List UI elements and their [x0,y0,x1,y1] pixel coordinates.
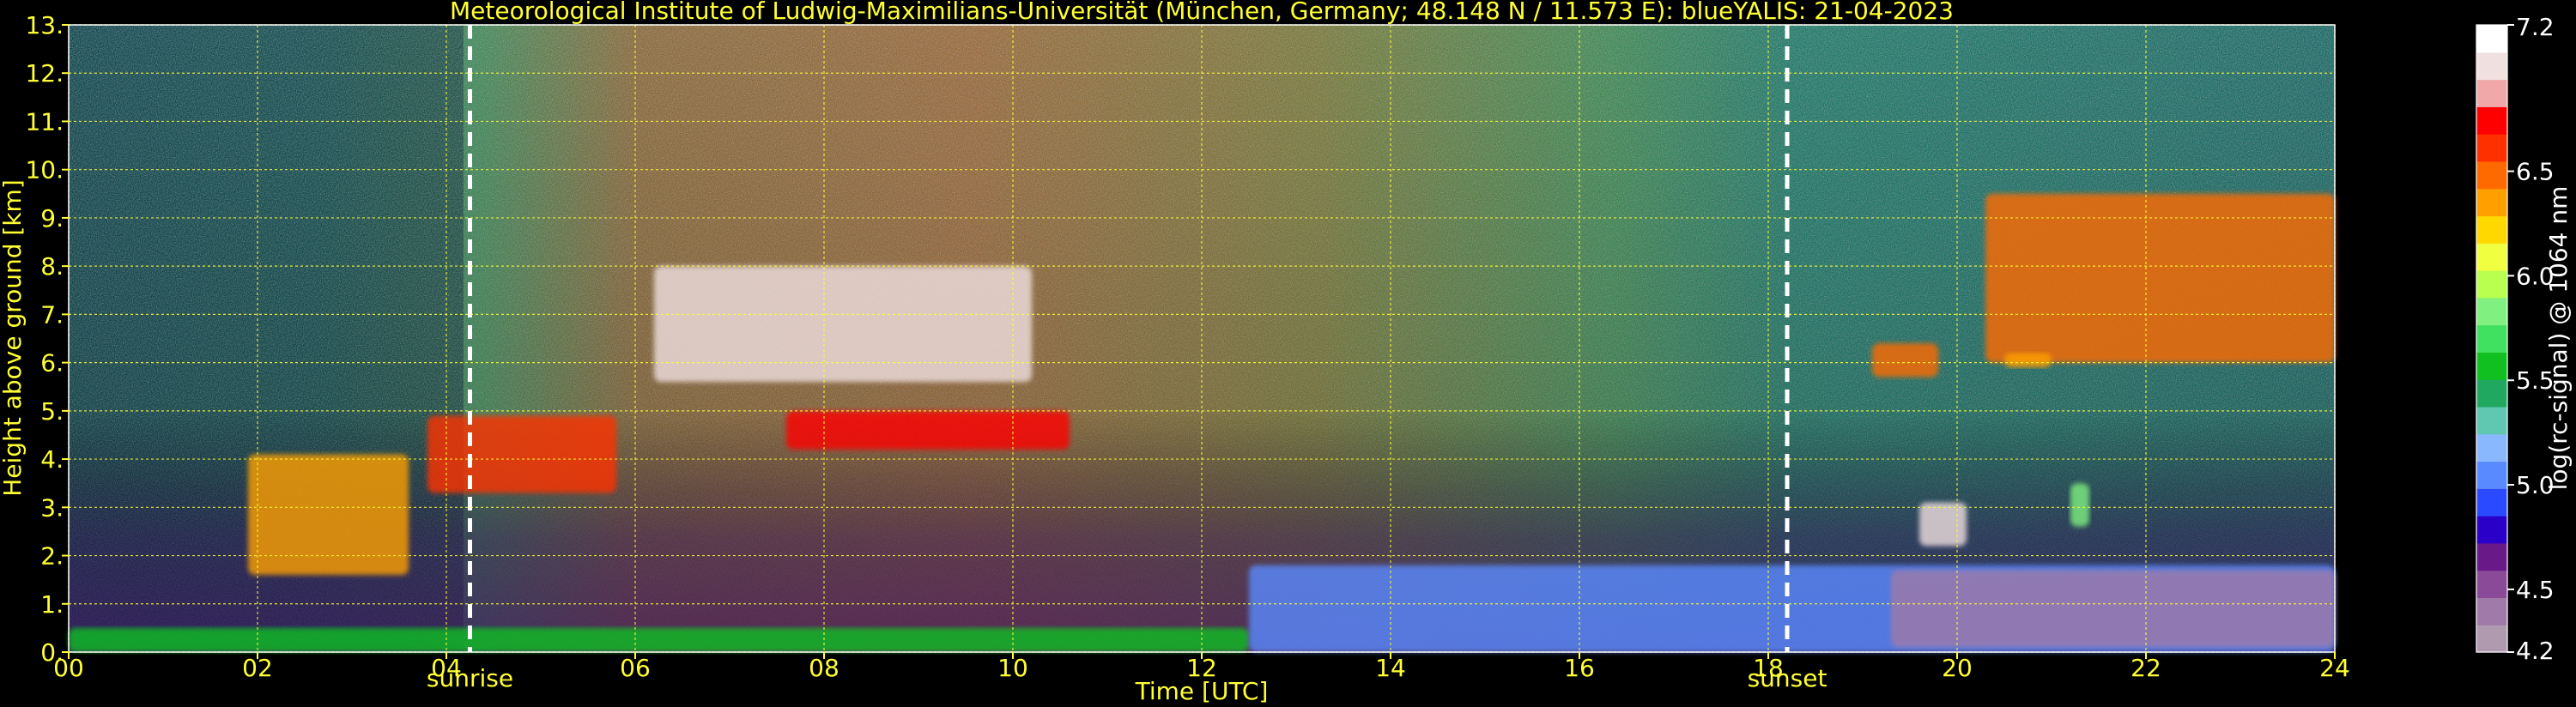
lidar-chart: sunrise sunset 00 02 04 06 08 10 12 14 16 18 20 22 24… [0,0,2573,705]
y-tick-label-3: 3. [40,493,64,522]
colorbar-swatch-17 [2476,160,2507,190]
colorbar: 4.24.55.05.56.06.57.2 [2476,13,2555,665]
colorbar-tick-label-0: 4.2 [2516,637,2555,665]
colorbar-swatch-18 [2476,134,2507,162]
x-tick-label-10: 20 [1942,654,1973,682]
x-tick-label-12: 24 [2319,654,2350,682]
chart-title: Meteorological Institute of Ludwig-Maxim… [450,0,1954,25]
plot-area: sunrise sunset [68,24,2336,692]
colorbar-swatch-10 [2476,352,2507,380]
y-tick-label-11: 11. [25,107,64,136]
y-axis-label: Height above ground [km] [0,179,27,497]
colorbar-swatch-0 [2476,625,2507,653]
y-tick-label-7: 7. [40,300,64,329]
y-tick-label-0: 0. [40,638,64,667]
feature-6 [786,410,1070,450]
y-tick-label-5: 5. [40,397,64,426]
x-tick-label-1: 02 [242,654,273,682]
feature-0 [427,415,616,493]
colorbar-swatch-9 [2476,379,2507,408]
colorbar-swatch-3 [2476,542,2507,571]
colorbar-swatch-4 [2476,516,2507,544]
feature-2 [1985,193,2335,363]
colorbar-swatch-6 [2476,461,2507,489]
colorbar-swatch-16 [2476,188,2507,217]
colorbar-swatch-2 [2476,570,2507,599]
y-tick-label-6: 6. [40,349,64,378]
feature-1 [248,454,409,576]
colorbar-swatch-22 [2476,25,2507,53]
y-tick-label-9: 9. [40,204,64,233]
feature-3 [1872,343,1938,378]
y-tick-label-13: 13. [25,11,64,39]
colorbar-swatch-19 [2476,106,2507,135]
feature-5 [654,266,1032,383]
y-tick-label-1: 1. [40,590,64,619]
x-tick-label-9: 18 [1753,654,1784,682]
y-tick-label-12: 12. [25,59,64,88]
feature-11 [2070,483,2089,527]
y-tick-label-4: 4. [40,445,64,474]
colorbar-tick-label-5: 6.5 [2516,158,2555,186]
x-tick-label-11: 22 [2131,654,2161,682]
colorbar-swatch-11 [2476,324,2507,353]
colorbar-label: log(rc-signal) @ 1064 nm [2544,186,2573,491]
colorbar-swatch-12 [2476,297,2507,326]
x-tick-label-3: 06 [620,654,651,682]
colorbar-swatch-20 [2476,79,2507,107]
colorbar-swatch-1 [2476,597,2507,625]
colorbar-tick-label-6: 7.2 [2516,13,2555,41]
x-tick-label-4: 08 [809,654,839,682]
x-axis-label: Time [UTC] [1135,677,1269,705]
colorbar-swatch-7 [2476,433,2507,462]
colorbar-swatch-15 [2476,215,2507,244]
feature-7 [69,627,1249,652]
y-tick-label-2: 2. [40,542,64,571]
y-axis-ticks: 0. 1. 2. 3. 4. 5. 6. 7. 8. 9. 10. 11. 12. 13. [25,11,69,667]
colorbar-swatch-13 [2476,270,2507,299]
colorbar-tick-label-1: 4.5 [2516,576,2555,604]
y-tick-label-8: 8. [40,252,64,281]
x-tick-label-5: 10 [997,654,1028,682]
feature-4 [2004,353,2052,368]
x-tick-label-7: 14 [1375,654,1406,682]
colorbar-swatch-5 [2476,488,2507,517]
feature-10 [1919,502,1967,547]
colorbar-swatch-8 [2476,406,2507,435]
x-tick-label-8: 16 [1564,654,1595,682]
colorbar-swatch-21 [2476,51,2507,81]
colorbar-swatch-14 [2476,243,2507,271]
y-tick-label-10: 10. [25,156,64,184]
x-tick-label-2: 04 [431,654,462,682]
